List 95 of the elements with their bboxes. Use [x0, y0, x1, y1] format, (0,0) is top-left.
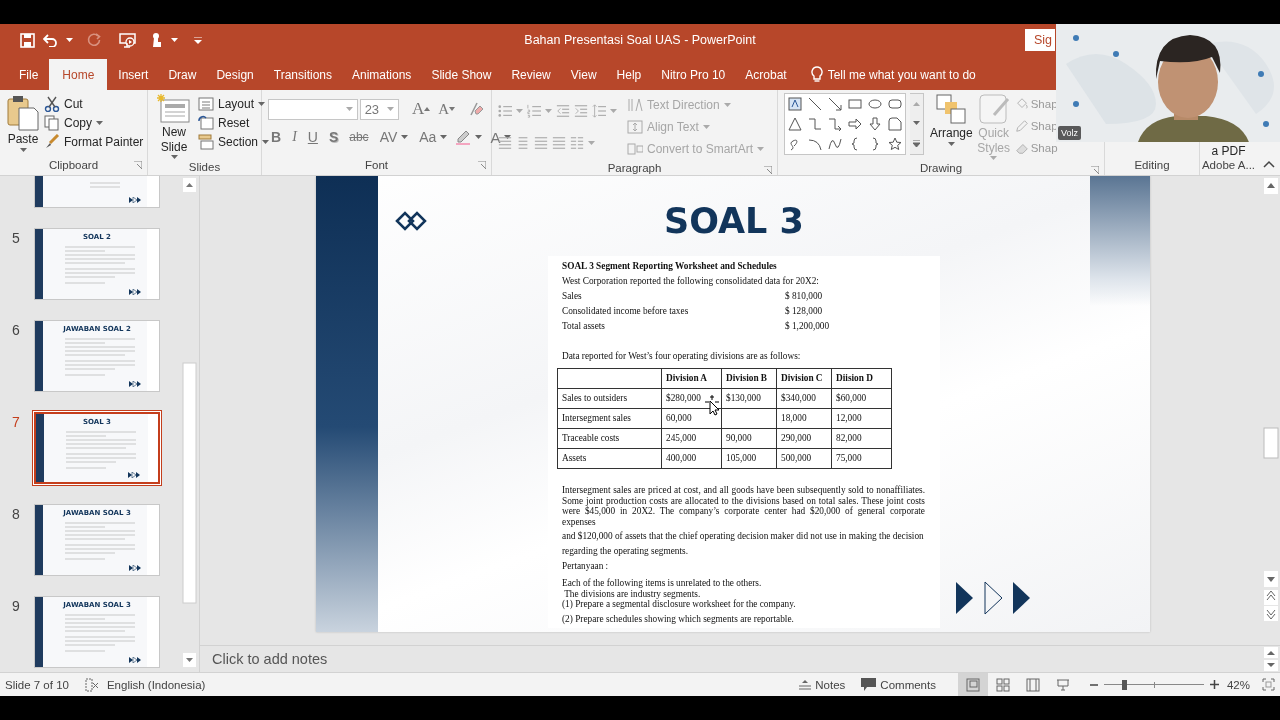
pdf-label: a PDF — [1211, 145, 1246, 157]
document-text: West Corporation reported the following consolidated data for 20X2: — [562, 275, 820, 288]
table-cell: 245,000 — [661, 428, 722, 449]
question-text: (1) Prepare a segmental disclosure worksheet for the company. — [562, 599, 797, 610]
table-cell: $130,000 — [721, 388, 777, 409]
ribbon-tab[interactable]: Draw — [159, 59, 206, 90]
format-button[interactable]: U — [304, 129, 321, 145]
font-size-field[interactable]: 23 — [359, 98, 399, 120]
increase-font-button[interactable]: A — [408, 99, 434, 119]
table-cell: 82,000 — [831, 428, 892, 449]
ribbon-tab[interactable]: File — [10, 59, 48, 90]
format-button[interactable]: I — [289, 129, 300, 145]
slide-title: SOAL 3 — [663, 201, 805, 241]
paste-button[interactable]: Paste — [6, 94, 40, 155]
table-cell: $340,000 — [776, 388, 832, 409]
row-label: Traceable costs — [557, 428, 662, 449]
ribbon-tab[interactable]: Help — [607, 59, 651, 90]
slide-counter: Slide 7 of 10 — [5, 678, 69, 691]
decrease-font-button[interactable]: A — [435, 100, 458, 118]
slide-number: 9 — [11, 597, 21, 616]
participant-name: Volz — [1058, 126, 1081, 140]
ribbon-tab[interactable]: Review — [502, 59, 560, 90]
table-cell: 105,000 — [721, 448, 777, 469]
comments-button[interactable]: Comments — [861, 678, 936, 691]
ribbon-tab[interactable]: Nitro Pro 10 — [652, 59, 735, 90]
group-label: Drawing — [919, 161, 963, 174]
format-button[interactable]: AV — [376, 129, 412, 145]
format-button[interactable]: abc — [346, 130, 372, 144]
layout-button[interactable]: Layout — [198, 96, 270, 112]
question-text: (2) Prepare schedules showing which segments are reportable. — [562, 613, 795, 624]
ribbon-tab[interactable]: Transitions — [264, 59, 341, 90]
format-button[interactable]: B — [268, 129, 285, 145]
ribbon-tab[interactable]: View — [561, 59, 606, 90]
copy-button[interactable]: Copy — [44, 115, 144, 131]
group-label: Font — [365, 159, 388, 171]
document-text: Pertanyaan : — [562, 560, 610, 573]
summary-value: $ 128,000 — [785, 305, 824, 318]
notes-button[interactable]: Notes — [799, 678, 846, 691]
summary-value: $ 1,200,000 — [785, 320, 831, 333]
cut-button[interactable]: Cut — [44, 96, 144, 112]
window-title: Bahan Presentasi Soal UAS - PowerPoint — [524, 33, 756, 47]
slide-number: 5 — [11, 229, 21, 248]
table-cell: 400,000 — [661, 448, 722, 469]
slide-number: 6 — [11, 321, 21, 340]
column-header: Division A — [661, 368, 722, 389]
format-button[interactable]: Aa — [416, 129, 451, 145]
ribbon-tab[interactable]: Insert — [109, 59, 158, 90]
reset-button[interactable]: Reset — [198, 115, 270, 131]
ribbon-tab[interactable]: Animations — [343, 59, 421, 90]
table-cell: 18,000 — [776, 408, 832, 429]
section-button[interactable]: Section — [198, 134, 270, 150]
tell-me-search[interactable]: Tell me what you want to do — [801, 59, 985, 90]
group-label: Paragraph — [607, 161, 662, 174]
document-heading: SOAL 3 Segment Reporting Worksheet and Schedules — [562, 260, 778, 273]
zoom-level: 42% — [1226, 678, 1250, 691]
column-header: Diision D — [831, 368, 892, 389]
new-slide-button[interactable]: New Slide — [154, 94, 194, 159]
question-text: Each of the following items is unrelated to the others. — [562, 578, 763, 589]
arrange-button[interactable]: Arrange — [930, 93, 973, 160]
font-color-button[interactable]: A — [487, 128, 515, 146]
table-cell: 75,000 — [831, 448, 892, 469]
table-cell: 290,000 — [776, 428, 832, 449]
format-painter-button[interactable]: Format Painter — [44, 134, 144, 150]
group-label: Editing — [1134, 159, 1170, 171]
ribbon-tab[interactable]: Slide Show — [422, 59, 501, 90]
document-text: Data reported for West’s four operating divisions are as follows: — [562, 350, 802, 363]
document-paragraph: Intersegment sales are priced at cost, and all goods have been subsequently sold to nonaffiliates. Some joint production costs are allocated to the divisions based on total sales. These joint costs were $45,000 in 20X2. The company’s corporate center had $20,000 of general corporate expenses — [562, 485, 925, 527]
column-header: Division C — [776, 368, 832, 389]
table-cell: 90,000 — [721, 428, 777, 449]
language-button[interactable]: English (Indonesia) — [106, 678, 206, 691]
notes-field[interactable]: Click to add notes — [212, 651, 328, 667]
group-label: Adobe A... — [1201, 159, 1256, 171]
summary-label: Sales — [562, 290, 583, 303]
row-label: Intersegment sales — [557, 408, 662, 429]
format-button[interactable]: S — [325, 129, 342, 145]
row-label: Assets — [557, 448, 662, 469]
summary-value: $ 810,000 — [785, 290, 824, 303]
summary-label: Total assets — [562, 320, 606, 333]
group-label: Slides — [188, 161, 221, 173]
question-text: The divisions are industry segments. — [563, 588, 702, 599]
summary-label: Consolidated income before taxes — [562, 305, 690, 318]
ribbon-tab[interactable]: Design — [207, 59, 263, 90]
document-text: and $120,000 of assets that the chief operating decision maker did not use in making the decision — [562, 530, 925, 543]
slide-number: 8 — [11, 505, 21, 524]
table-cell: 500,000 — [776, 448, 832, 469]
table-cell: 12,000 — [831, 408, 892, 429]
ribbon-tab[interactable]: Home — [49, 59, 108, 90]
table-cell: $60,000 — [831, 388, 892, 409]
ribbon-tab[interactable]: Acrobat — [736, 59, 796, 90]
document-text: regarding the operating segments. — [562, 545, 689, 558]
sign-in-button[interactable]: Sig — [1024, 29, 1055, 51]
group-label: Clipboard — [48, 159, 99, 171]
column-header: Division B — [721, 368, 777, 389]
slide-number: 7 — [11, 413, 21, 432]
row-label: Sales to outsiders — [557, 388, 662, 409]
